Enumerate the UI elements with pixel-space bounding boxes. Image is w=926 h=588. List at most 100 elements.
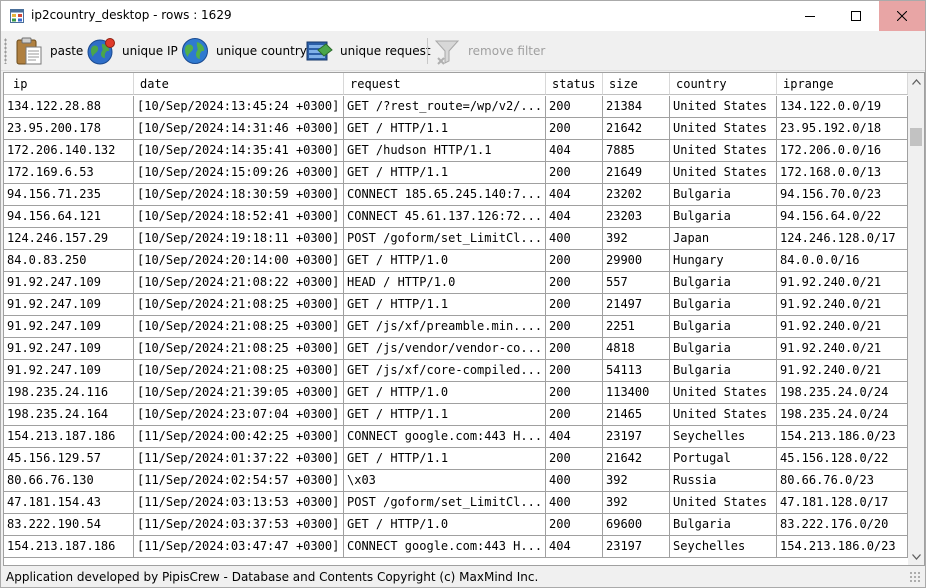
cell-iprange[interactable]: 94.156.64.0/22 [777,206,908,228]
cell-country[interactable]: United States [670,492,777,514]
cell-date[interactable]: [11/Sep/2024:03:37:53 +0300] [134,514,344,536]
cell-country[interactable]: Bulgaria [670,206,777,228]
scroll-down-button[interactable] [908,548,924,565]
cell-status[interactable]: 200 [546,404,603,426]
cell-iprange[interactable]: 172.168.0.0/13 [777,162,908,184]
cell-request[interactable]: GET /js/vendor/vendor-co... [344,338,546,360]
table-row[interactable]: 172.169.6.53 [10/Sep/2024:15:09:26 +0300]… [4,162,908,184]
unique-request-button[interactable]: unique request [304,35,431,67]
cell-size[interactable]: 4818 [603,338,670,360]
cell-size[interactable]: 21642 [603,448,670,470]
cell-size[interactable]: 21497 [603,294,670,316]
cell-iprange[interactable]: 83.222.176.0/20 [777,514,908,536]
cell-iprange[interactable]: 134.122.0.0/19 [777,96,908,118]
scroll-thumb[interactable] [910,128,922,146]
column-header-iprange[interactable]: iprange [777,73,908,95]
close-button[interactable] [879,1,925,31]
cell-date[interactable]: [10/Sep/2024:21:08:25 +0300] [134,294,344,316]
cell-size[interactable]: 21384 [603,96,670,118]
cell-date[interactable]: [10/Sep/2024:21:08:25 +0300] [134,316,344,338]
cell-size[interactable]: 2251 [603,316,670,338]
table-row[interactable]: 84.0.83.250 [10/Sep/2024:20:14:00 +0300] G… [4,250,908,272]
cell-status[interactable]: 400 [546,228,603,250]
cell-request[interactable]: CONNECT google.com:443 H... [344,426,546,448]
cell-date[interactable]: [10/Sep/2024:14:31:46 +0300] [134,118,344,140]
table-row[interactable]: 94.156.71.235 [10/Sep/2024:18:30:59 +0300… [4,184,908,206]
cell-ip[interactable]: 91.92.247.109 [4,272,134,294]
cell-ip[interactable]: 94.156.71.235 [4,184,134,206]
column-header-size[interactable]: size [603,73,670,95]
cell-status[interactable]: 200 [546,118,603,140]
cell-date[interactable]: [10/Sep/2024:13:45:24 +0300] [134,96,344,118]
cell-date[interactable]: [10/Sep/2024:21:08:25 +0300] [134,338,344,360]
unique-country-button[interactable]: unique country [180,35,307,67]
cell-size[interactable]: 392 [603,470,670,492]
cell-country[interactable]: Hungary [670,250,777,272]
cell-size[interactable]: 23197 [603,426,670,448]
cell-status[interactable]: 200 [546,96,603,118]
cell-country[interactable]: Portugal [670,448,777,470]
cell-request[interactable]: GET /hudson HTTP/1.1 [344,140,546,162]
cell-size[interactable]: 54113 [603,360,670,382]
table-row[interactable]: 80.66.76.130 [11/Sep/2024:02:54:57 +0300]… [4,470,908,492]
table-row[interactable]: 134.122.28.88 [10/Sep/2024:13:45:24 +0300… [4,96,908,118]
table-row[interactable]: 45.156.129.57 [11/Sep/2024:01:37:22 +0300… [4,448,908,470]
cell-ip[interactable]: 84.0.83.250 [4,250,134,272]
cell-request[interactable]: GET / HTTP/1.0 [344,514,546,536]
cell-ip[interactable]: 154.213.187.186 [4,426,134,448]
cell-ip[interactable]: 91.92.247.109 [4,294,134,316]
table-row[interactable]: 198.235.24.164 [10/Sep/2024:23:07:04 +030… [4,404,908,426]
cell-date[interactable]: [10/Sep/2024:21:08:25 +0300] [134,360,344,382]
cell-status[interactable]: 404 [546,206,603,228]
cell-ip[interactable]: 198.235.24.164 [4,404,134,426]
cell-size[interactable]: 23203 [603,206,670,228]
cell-size[interactable]: 557 [603,272,670,294]
paste-button[interactable]: paste [14,35,83,67]
cell-request[interactable]: HEAD / HTTP/1.0 [344,272,546,294]
cell-iprange[interactable]: 154.213.186.0/23 [777,536,908,558]
cell-iprange[interactable]: 154.213.186.0/23 [777,426,908,448]
cell-country[interactable]: United States [670,140,777,162]
cell-status[interactable]: 200 [546,448,603,470]
cell-iprange[interactable]: 80.66.76.0/23 [777,470,908,492]
cell-date[interactable]: [10/Sep/2024:23:07:04 +0300] [134,404,344,426]
cell-request[interactable]: CONNECT 185.65.245.140:7... [344,184,546,206]
cell-country[interactable]: Bulgaria [670,294,777,316]
cell-size[interactable]: 7885 [603,140,670,162]
cell-size[interactable]: 21642 [603,118,670,140]
cell-date[interactable]: [11/Sep/2024:01:37:22 +0300] [134,448,344,470]
cell-size[interactable]: 23197 [603,536,670,558]
table-row[interactable]: 154.213.187.186 [11/Sep/2024:00:42:25 +03… [4,426,908,448]
cell-size[interactable]: 23202 [603,184,670,206]
table-row[interactable]: 91.92.247.109 [10/Sep/2024:21:08:25 +0300… [4,316,908,338]
toolbar-grip[interactable] [4,38,7,64]
cell-ip[interactable]: 45.156.129.57 [4,448,134,470]
cell-country[interactable]: Bulgaria [670,514,777,536]
cell-iprange[interactable]: 172.206.0.0/16 [777,140,908,162]
cell-ip[interactable]: 47.181.154.43 [4,492,134,514]
cell-country[interactable]: Bulgaria [670,360,777,382]
cell-ip[interactable]: 198.235.24.116 [4,382,134,404]
cell-date[interactable]: [10/Sep/2024:21:39:05 +0300] [134,382,344,404]
cell-country[interactable]: Bulgaria [670,338,777,360]
cell-ip[interactable]: 23.95.200.178 [4,118,134,140]
cell-request[interactable]: GET /?rest_route=/wp/v2/... [344,96,546,118]
table-row[interactable]: 172.206.140.132 [10/Sep/2024:14:35:41 +03… [4,140,908,162]
table-row[interactable]: 83.222.190.54 [11/Sep/2024:03:37:53 +0300… [4,514,908,536]
cell-country[interactable]: Seychelles [670,426,777,448]
cell-ip[interactable]: 154.213.187.186 [4,536,134,558]
cell-iprange[interactable]: 94.156.70.0/23 [777,184,908,206]
cell-request[interactable]: GET /js/xf/preamble.min.... [344,316,546,338]
title-bar[interactable]: ip2country_desktop - rows : 1629 [1,1,925,31]
column-header-ip[interactable]: ip [4,73,134,95]
cell-iprange[interactable]: 91.92.240.0/21 [777,360,908,382]
cell-date[interactable]: [10/Sep/2024:20:14:00 +0300] [134,250,344,272]
cell-date[interactable]: [10/Sep/2024:21:08:22 +0300] [134,272,344,294]
cell-request[interactable]: GET / HTTP/1.1 [344,294,546,316]
table-row[interactable]: 91.92.247.109 [10/Sep/2024:21:08:25 +0300… [4,294,908,316]
cell-ip[interactable]: 172.169.6.53 [4,162,134,184]
unique-ip-button[interactable]: unique IP [86,35,178,67]
cell-status[interactable]: 404 [546,184,603,206]
resize-grip[interactable] [909,571,921,583]
cell-status[interactable]: 404 [546,426,603,448]
